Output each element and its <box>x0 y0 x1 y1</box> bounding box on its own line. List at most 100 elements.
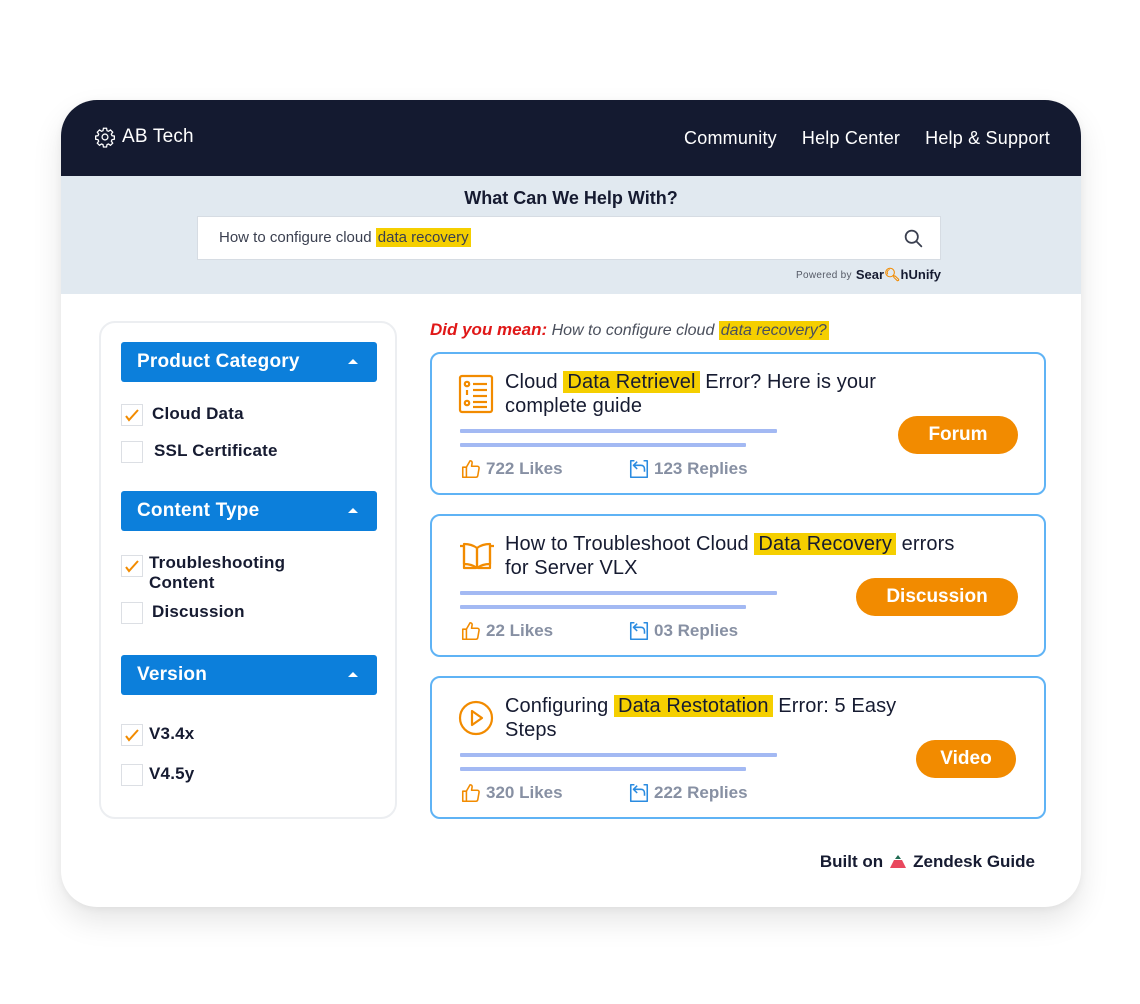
option-label: Troubleshooting Content <box>149 553 286 592</box>
filter-option-ssl-certificate[interactable]: SSL Certificate <box>121 441 278 463</box>
powered-by-label: Powered by <box>796 269 852 281</box>
title-text: How to Troubleshoot Cloud <box>505 533 755 555</box>
checkbox-v45y[interactable] <box>121 764 143 786</box>
filter-option-discussion[interactable]: Discussion <box>121 602 245 624</box>
facet-header-product-category[interactable]: Product Category <box>121 342 377 382</box>
checkbox-v34x[interactable] <box>121 724 143 746</box>
reply-icon <box>629 459 649 479</box>
likes-text: 722 Likes <box>486 459 563 478</box>
result-card[interactable]: Cloud Data Retrievel Error? Here is your… <box>430 352 1046 495</box>
checkmark-icon <box>125 560 139 573</box>
replies-count[interactable]: 222 Replies <box>628 782 748 804</box>
gear-icon <box>95 127 115 148</box>
thumbs-up-icon <box>461 621 480 641</box>
search-heading: What Can We Help With? <box>464 188 678 208</box>
facet-title: Version <box>137 664 208 685</box>
facet-title: Content Type <box>137 500 260 521</box>
book-open-icon <box>460 542 494 570</box>
zendesk-logo-icon <box>890 855 907 868</box>
likes-count[interactable]: 22 Likes <box>460 620 553 642</box>
reply-icon <box>629 783 649 803</box>
thumbs-up-icon <box>461 459 480 479</box>
snippet-placeholder-line <box>460 429 777 433</box>
powered-by: Powered by Sear🔍︎hUnify <box>796 267 941 283</box>
replies-text: 03 Replies <box>654 621 739 640</box>
checkbox-troubleshooting-content[interactable] <box>121 555 143 577</box>
filter-option-cloud-data[interactable]: Cloud Data <box>121 404 244 426</box>
result-card[interactable]: How to Troubleshoot Cloud Data Recovery … <box>430 514 1046 657</box>
brand-name: AB Tech <box>122 126 194 147</box>
result-card[interactable]: Configuring Data Restotation Error: 5 Ea… <box>430 676 1046 819</box>
facet-header-content-type[interactable]: Content Type <box>121 491 377 531</box>
facet-header-version[interactable]: Version <box>121 655 377 695</box>
thumbs-up-icon <box>461 783 480 803</box>
checkmark-icon <box>125 729 139 742</box>
replies-text: 222 Replies <box>654 783 748 802</box>
option-label: Cloud Data <box>152 404 244 423</box>
magnifier-logo-icon: 🔍︎ <box>884 267 901 282</box>
result-title[interactable]: Cloud Data Retrievel Error? Here is your… <box>505 370 905 418</box>
result-title[interactable]: How to Troubleshoot Cloud Data Recovery … <box>505 532 975 580</box>
searchunify-logo[interactable]: Sear🔍︎hUnify <box>856 267 941 283</box>
top-navbar: AB Tech Community Help Center Help & Sup… <box>61 100 1081 176</box>
reply-icon <box>629 621 649 641</box>
did-you-mean: Did you mean: How to configure cloud dat… <box>430 320 829 340</box>
search-section: What Can We Help With? How to configure … <box>61 176 1081 294</box>
help-center-window: AB Tech Community Help Center Help & Sup… <box>61 100 1081 907</box>
content-type-badge[interactable]: Video <box>916 740 1016 778</box>
option-label: Discussion <box>152 602 245 621</box>
nav-links: Community Help Center Help & Support <box>684 128 1050 149</box>
suggested-query-highlight: data recovery? <box>718 321 829 340</box>
snippet-placeholder-line <box>460 605 746 609</box>
search-input[interactable]: How to configure cloud data recovery <box>197 216 941 260</box>
suggested-query[interactable]: How to configure cloud data recovery? <box>552 321 829 340</box>
search-query-text: How to configure cloud <box>219 229 376 246</box>
likes-count[interactable]: 722 Likes <box>460 458 563 480</box>
search-query[interactable]: How to configure cloud data recovery <box>219 228 471 247</box>
title-highlight: Data Retrievel <box>563 371 700 393</box>
caret-up-icon[interactable] <box>348 508 358 513</box>
filter-option-v45y[interactable]: V4.5y <box>121 764 194 786</box>
search-query-highlight: data recovery <box>375 228 471 247</box>
title-text: Configuring <box>505 695 615 717</box>
did-you-mean-label: Did you mean: <box>430 320 548 339</box>
title-text: Cloud <box>505 371 564 393</box>
snippet-placeholder-line <box>460 443 746 447</box>
result-title[interactable]: Configuring Data Restotation Error: 5 Ea… <box>505 694 925 742</box>
brand-logo[interactable]: AB Tech <box>94 126 194 148</box>
nav-link-community[interactable]: Community <box>684 128 777 149</box>
suggested-query-text: How to configure cloud <box>551 322 719 339</box>
likes-count[interactable]: 320 Likes <box>460 782 563 804</box>
snippet-placeholder-line <box>460 753 777 757</box>
checkmark-icon <box>125 409 139 422</box>
logo-text-start: Sear <box>855 267 885 282</box>
title-highlight: Data Restotation <box>614 695 773 717</box>
content-type-badge[interactable]: Discussion <box>856 578 1018 616</box>
checkbox-discussion[interactable] <box>121 602 143 624</box>
filter-option-v34x[interactable]: V3.4x <box>121 724 194 746</box>
replies-count[interactable]: 123 Replies <box>628 458 748 480</box>
play-circle-icon <box>458 700 494 736</box>
search-icon[interactable] <box>903 228 924 249</box>
footer-prefix: Built on <box>819 852 884 871</box>
caret-up-icon[interactable] <box>348 359 358 364</box>
footer-brand[interactable]: Zendesk Guide <box>913 852 1035 872</box>
facet-title: Product Category <box>137 351 300 372</box>
caret-up-icon[interactable] <box>348 672 358 677</box>
snippet-placeholder-line <box>460 767 746 771</box>
likes-text: 22 Likes <box>486 621 554 640</box>
nav-link-help-center[interactable]: Help Center <box>802 128 900 149</box>
replies-count[interactable]: 03 Replies <box>628 620 738 642</box>
document-list-icon <box>458 374 494 414</box>
filter-option-troubleshooting-content[interactable]: Troubleshooting Content <box>121 553 329 593</box>
replies-text: 123 Replies <box>654 459 748 478</box>
title-highlight: Data Recovery <box>754 533 896 555</box>
content-type-badge[interactable]: Forum <box>898 416 1018 454</box>
snippet-placeholder-line <box>460 591 777 595</box>
checkbox-ssl-certificate[interactable] <box>121 441 143 463</box>
filter-panel: Product Category Cloud Data SSL Certific… <box>99 321 397 819</box>
likes-text: 320 Likes <box>486 783 563 802</box>
option-label: SSL Certificate <box>154 441 278 460</box>
nav-link-help-support[interactable]: Help & Support <box>925 128 1050 149</box>
checkbox-cloud-data[interactable] <box>121 404 143 426</box>
